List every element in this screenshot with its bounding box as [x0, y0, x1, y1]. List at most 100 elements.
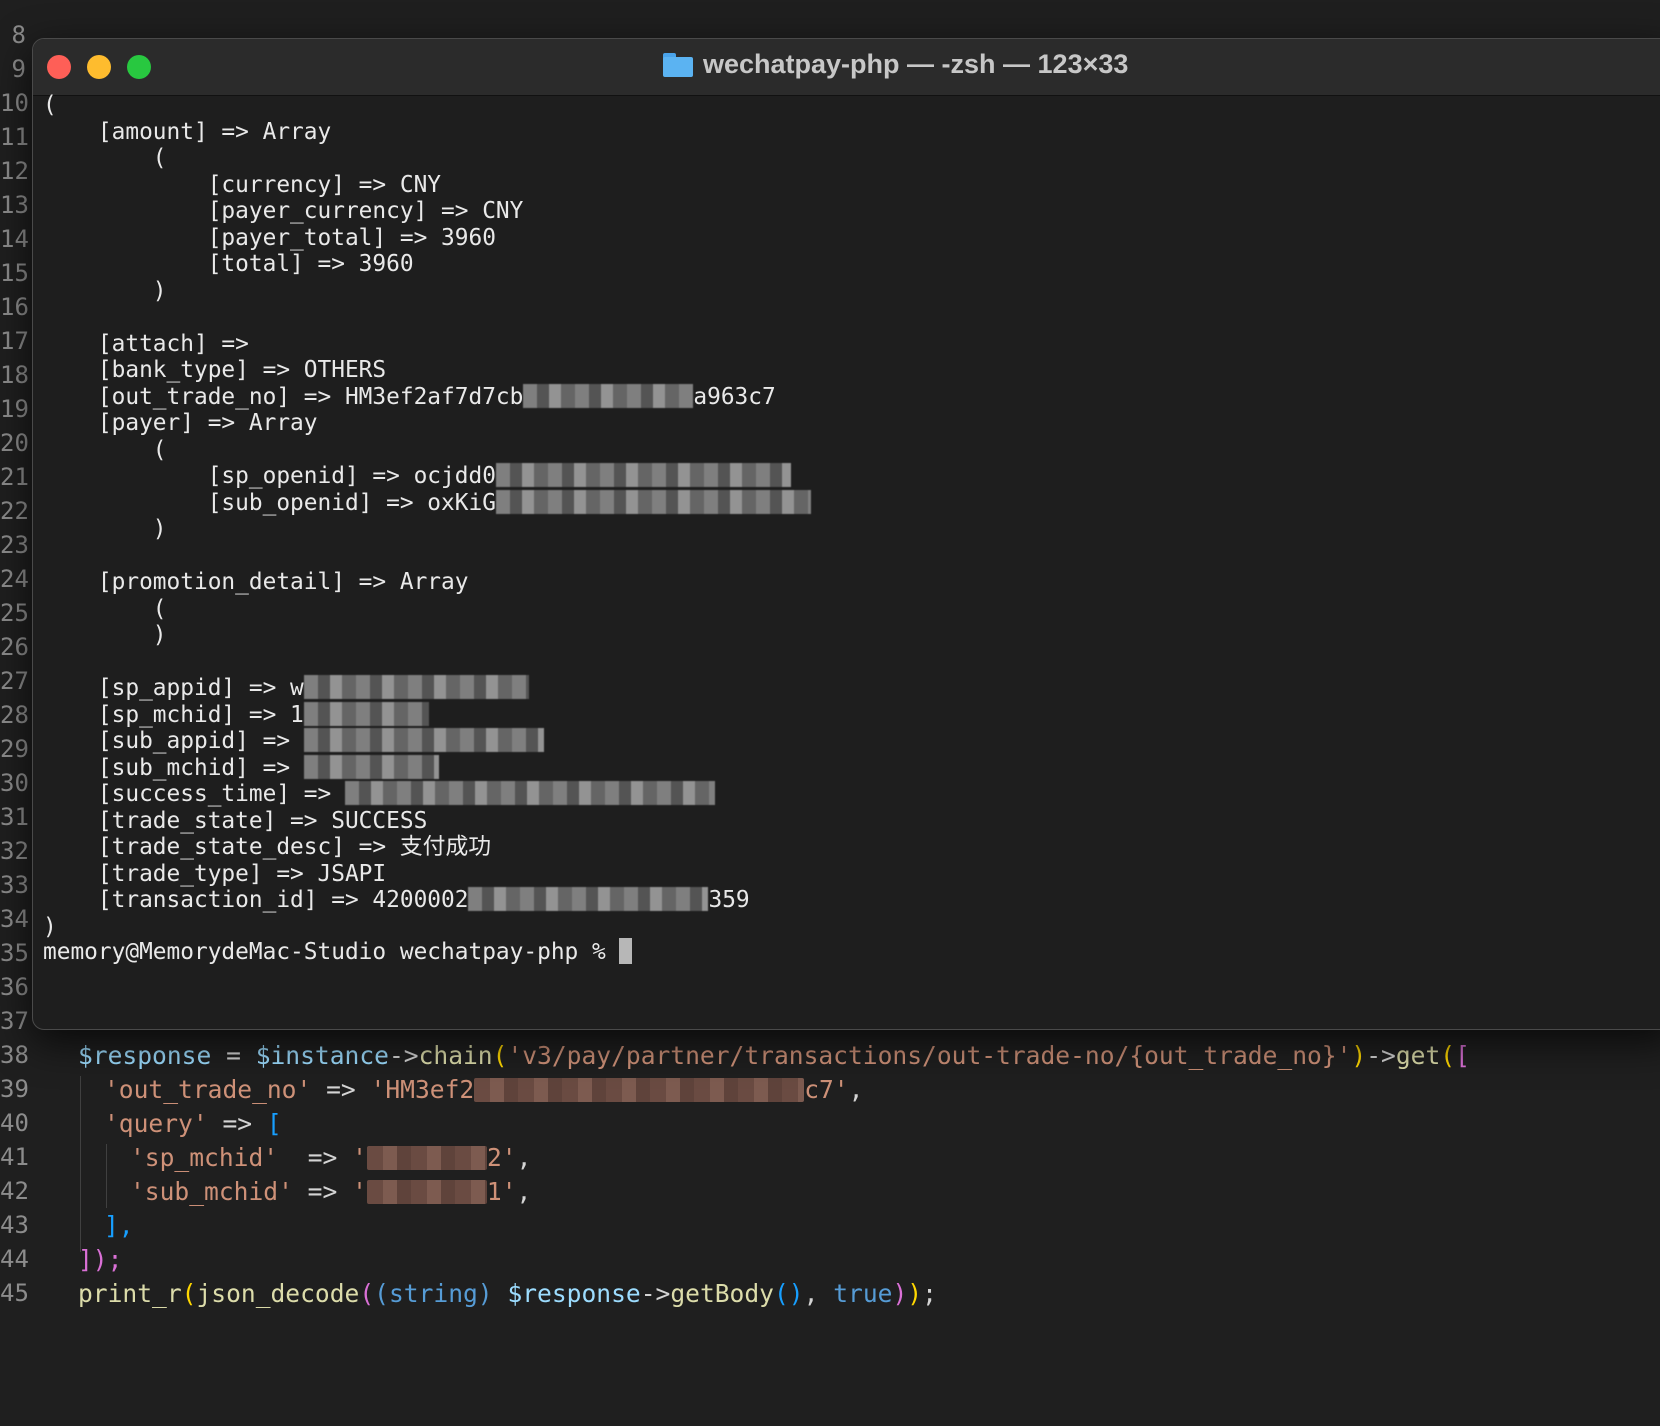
code-line-40[interactable]: 'query' => [ — [104, 1109, 282, 1139]
line-number: 41 — [0, 1143, 29, 1171]
fat-arrow: => — [292, 1177, 353, 1206]
arrow-operator: -> — [388, 1041, 419, 1070]
line-number: 45 — [0, 1279, 29, 1307]
code-line-43[interactable]: ], — [104, 1211, 134, 1241]
line-number: 28 — [0, 701, 29, 729]
terminal-window[interactable]: wechatpay-php — -zsh — 123×33 ( [amount]… — [32, 38, 1660, 1030]
terminal-line: ) — [43, 277, 167, 305]
fat-arrow: => — [292, 1143, 353, 1172]
terminal-line-text: [sub_appid] => — [43, 728, 304, 754]
response-variable: $response — [507, 1279, 641, 1308]
code-line-39[interactable]: 'out_trade_no' => 'HM3ef2 c7', — [104, 1075, 863, 1105]
code-line-44[interactable]: ]); — [78, 1245, 122, 1275]
paren: ) — [1351, 1041, 1367, 1070]
terminal-line-text: [sp_mchid] => 1 — [43, 701, 304, 728]
key-sub-mchid: 'sub_mchid' — [130, 1177, 293, 1206]
string-cast: (string) — [374, 1279, 493, 1308]
terminal-line: [trade_type] => JSAPI — [43, 860, 386, 888]
quote: ' — [352, 1143, 367, 1172]
line-number: 34 — [0, 905, 29, 933]
terminal-line: [payer_total] => 3960 — [43, 224, 496, 252]
minimize-window-button[interactable] — [87, 55, 111, 79]
paren: ( — [359, 1279, 375, 1308]
code-line-38[interactable]: $response = $instance->chain('v3/pay/par… — [78, 1041, 1470, 1071]
terminal-line: ( — [43, 91, 57, 119]
open-bracket: [ — [266, 1109, 282, 1138]
terminal-line-text: ) — [43, 516, 167, 542]
paren: ( — [492, 1041, 508, 1070]
line-number: 39 — [0, 1075, 29, 1103]
line-number: 42 — [0, 1177, 29, 1205]
folder-icon — [663, 52, 693, 77]
line-number: 26 — [0, 633, 29, 661]
terminal-line: ( — [43, 595, 167, 623]
code-line-45[interactable]: print_r(json_decode((string) $response->… — [78, 1279, 937, 1309]
paren: ( — [1440, 1041, 1456, 1070]
line-number: 19 — [0, 395, 29, 423]
terminal-line: [transaction_id] => 4200002 359 — [43, 886, 750, 914]
terminal-line: [sp_openid] => ocjdd0 — [43, 462, 791, 490]
terminal-line: [currency] => CNY — [43, 171, 441, 199]
terminal-titlebar[interactable]: wechatpay-php — -zsh — 123×33 — [33, 39, 1660, 96]
line-number: 27 — [0, 667, 29, 695]
true-keyword: true — [833, 1279, 893, 1308]
terminal-line-text: ( — [43, 436, 167, 463]
comma: , — [516, 1143, 532, 1172]
assign-operator: = — [211, 1041, 256, 1070]
get-function: get — [1395, 1041, 1441, 1070]
line-number: 35 — [0, 939, 29, 967]
redacted-value — [366, 1180, 487, 1204]
line-number: 18 — [0, 361, 29, 389]
terminal-line: [success_time] => — [43, 780, 715, 808]
terminal-line: [attach] => — [43, 330, 249, 358]
terminal-line: [payer] => Array — [43, 409, 318, 437]
line-number: 24 — [0, 565, 29, 593]
terminal-line: [bank_type] => OTHERS — [43, 356, 386, 384]
paren: () — [773, 1279, 804, 1308]
line-number: 36 — [0, 973, 29, 1001]
key-sp-mchid: 'sp_mchid' — [130, 1143, 279, 1172]
line-number: 12 — [0, 157, 29, 185]
line-number: 13 — [0, 191, 29, 219]
terminal-line: ( — [43, 436, 167, 464]
terminal-line: [sub_appid] => — [43, 727, 544, 755]
chain-function: chain — [418, 1041, 493, 1070]
terminal-line-text: [out_trade_no] => HM3ef2af7d7cb — [43, 383, 524, 410]
terminal-line-text: ) — [43, 277, 167, 304]
line-number: 10 — [0, 89, 29, 117]
terminal-line-text: ( — [43, 595, 167, 622]
maximize-window-button[interactable] — [127, 55, 151, 79]
value-out-trade-no: 'HM3ef2 — [370, 1075, 475, 1104]
indent-guide — [80, 1076, 81, 1252]
close-window-button[interactable] — [47, 55, 71, 79]
terminal-line-suffix: 359 — [708, 887, 750, 913]
code-line-42[interactable]: 'sub_mchid' => ' 1', — [130, 1177, 531, 1207]
getbody-function: getBody — [670, 1279, 774, 1308]
key-out-trade-no: 'out_trade_no' — [104, 1075, 312, 1104]
terminal-line-text: [sub_openid] => oxKiG — [43, 489, 496, 516]
line-number: 38 — [0, 1041, 29, 1069]
line-number: 14 — [0, 225, 29, 253]
line-number: 22 — [0, 497, 29, 525]
json-decode-function: json_decode — [196, 1279, 360, 1308]
terminal-line: [trade_state] => SUCCESS — [43, 807, 427, 835]
terminal-line-text: ( — [43, 145, 167, 171]
terminal-line-text: [sp_openid] => ocjdd0 — [43, 463, 496, 489]
line-number: 40 — [0, 1109, 29, 1137]
line-number: 23 — [0, 531, 29, 559]
terminal-line: [sub_mchid] => — [43, 754, 439, 782]
code-line-41[interactable]: 'sp_mchid' => ' 2', — [130, 1143, 531, 1173]
redacted-value — [303, 728, 544, 752]
terminal-line: [promotion_detail] => Array — [43, 568, 469, 596]
redacted-value — [495, 489, 811, 514]
paren: ) — [892, 1279, 908, 1308]
terminal-line-text: [bank_type] => OTHERS — [43, 357, 387, 383]
terminal-line: ) — [43, 913, 57, 941]
terminal-line: ( — [43, 144, 167, 172]
comma: , — [803, 1279, 834, 1308]
terminal-line: [amount] => Array — [43, 118, 331, 146]
redacted-value — [474, 1078, 805, 1102]
terminal-line-text: [payer_currency] => CNY — [43, 198, 524, 224]
terminal-line: [payer_currency] => CNY — [43, 197, 524, 225]
terminal-prompt[interactable]: memory@MemorydeMac-Studio wechatpay-php … — [43, 938, 633, 966]
